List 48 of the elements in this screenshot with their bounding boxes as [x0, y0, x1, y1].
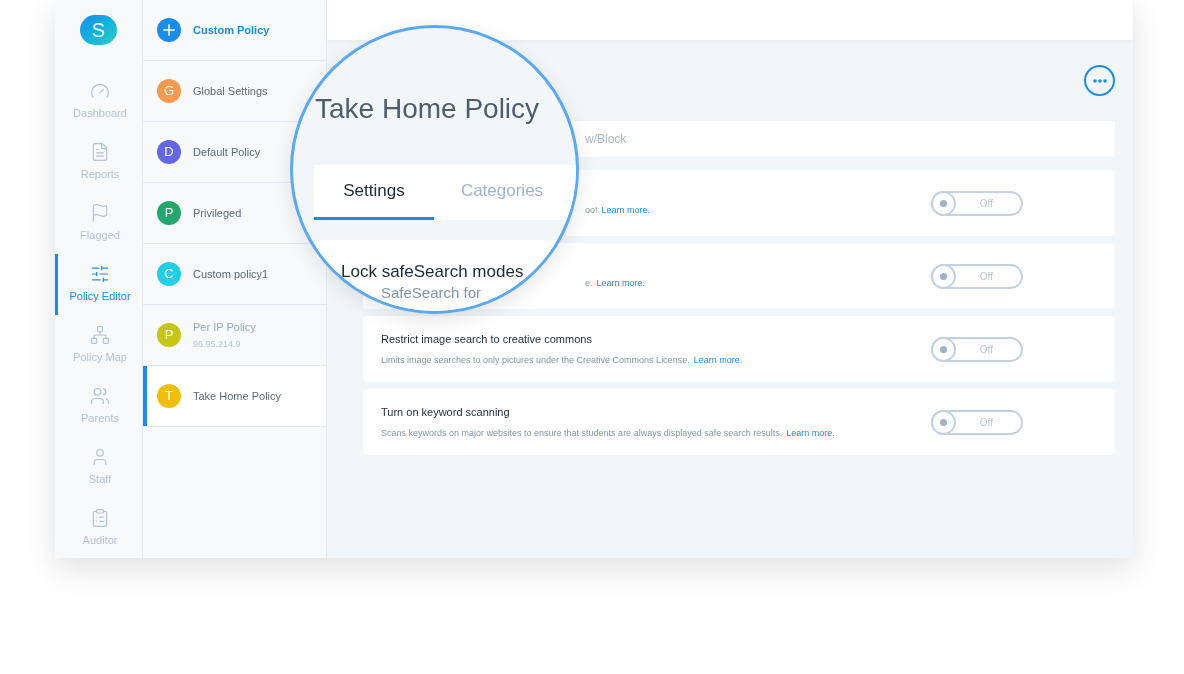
setting-description: e. [585, 277, 593, 291]
policy-item[interactable]: T Take Home Policy [143, 366, 326, 426]
more-button[interactable] [1084, 65, 1115, 96]
flag-icon [90, 203, 110, 224]
setting-description: Scans keywords on major websites to ensure that students are always displayed safe search results. [381, 426, 783, 440]
policy-badge: P [157, 323, 181, 347]
learn-more-link[interactable]: Learn more. [693, 353, 743, 367]
nav-item[interactable]: Flagged [55, 193, 142, 254]
policy-item[interactable]: D Default Policy [143, 122, 288, 182]
nav-item[interactable]: Dashboard [55, 71, 142, 132]
setting-description: Limits image searches to only pictures under the Creative Commons License. [381, 353, 690, 367]
plus-icon [157, 18, 181, 42]
people-icon [90, 386, 110, 407]
policy-item[interactable]: P Privileged [143, 183, 288, 243]
document-icon [90, 142, 110, 163]
policy-badge: D [157, 140, 181, 164]
more-icon [1092, 78, 1107, 83]
hierarchy-icon [90, 325, 110, 346]
user-avatar[interactable]: S [80, 15, 117, 45]
nav-item[interactable]: Auditor [55, 498, 142, 559]
tab[interactable]: Categories [442, 165, 562, 220]
tab[interactable]: Settings [314, 165, 434, 220]
policy-item[interactable]: P Per IP Policy 96.95.214.9 [143, 305, 288, 365]
nav-item[interactable]: Reports [55, 132, 142, 193]
policy-item[interactable]: C Custom policy1 [143, 244, 288, 304]
setting-title: Restrict image search to creative commons [381, 332, 593, 347]
setting-description: oo! [585, 204, 598, 218]
toggle-switch[interactable]: Off [931, 263, 1023, 289]
policy-badge: C [157, 262, 181, 286]
nav-item[interactable]: Parents [55, 376, 142, 437]
learn-more-link[interactable]: Learn more. [786, 426, 835, 440]
toggle-switch[interactable]: Off [931, 336, 1023, 362]
setting-subtitle: SafeSearch for [381, 283, 482, 303]
toggle-switch[interactable]: Off [931, 190, 1023, 216]
policy-badge: T [157, 384, 181, 408]
policy-badge: G [157, 79, 181, 103]
setting-title: Turn on keyword scanning [381, 405, 511, 420]
sliders-icon [90, 264, 110, 285]
learn-more-link[interactable]: Learn more. [601, 204, 651, 218]
toggle-switch[interactable]: Off [931, 409, 1023, 435]
policy-badge: P [157, 201, 181, 225]
nav-item[interactable]: Staff [55, 437, 142, 498]
clipboard-icon [90, 508, 110, 529]
nav-item[interactable]: Policy Map [55, 315, 142, 376]
setting-title: Lock safeSearch modes [341, 261, 524, 283]
learn-more-link[interactable]: Learn more. [596, 277, 646, 291]
policy-item[interactable]: Custom Policy [143, 0, 288, 60]
policy-item[interactable]: G Global Settings [143, 61, 288, 121]
